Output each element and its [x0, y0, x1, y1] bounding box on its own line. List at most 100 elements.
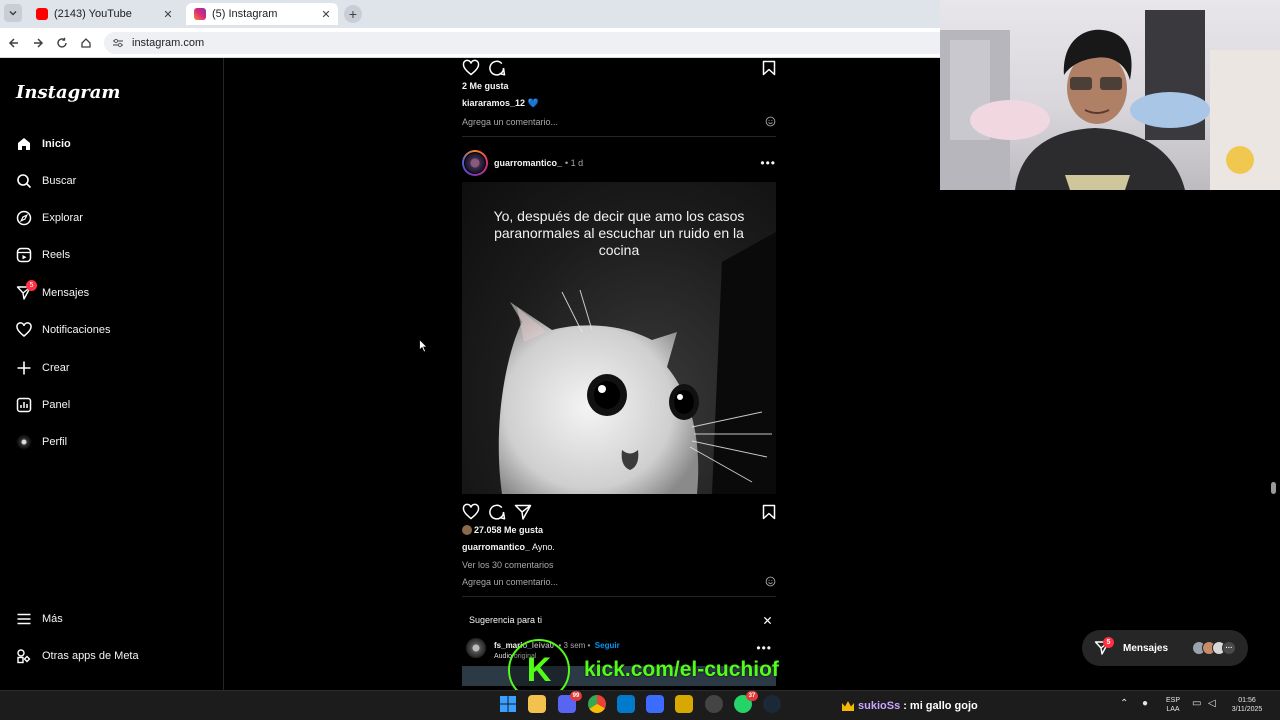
obs-icon[interactable] [705, 695, 723, 713]
post-media[interactable]: Yo, después de decir que amo los casos p… [462, 182, 776, 494]
back-button[interactable] [4, 33, 24, 53]
share-icon[interactable] [514, 503, 532, 521]
more-options-icon[interactable]: ••• [760, 156, 776, 170]
like-count[interactable]: 2 Me gusta [462, 81, 776, 91]
chat-username: sukioSs [858, 700, 901, 712]
nav-mas[interactable]: Más [16, 607, 216, 631]
tab-search-button[interactable] [4, 4, 22, 22]
caption-text: Ayno. [532, 542, 555, 552]
home-button[interactable] [76, 33, 96, 53]
clock[interactable]: 01:56 3/11/2025 [1224, 696, 1270, 714]
nav-label: Panel [42, 399, 71, 411]
home-icon [81, 38, 91, 48]
instagram-logo[interactable]: Instagram [16, 82, 120, 103]
post-divider [462, 136, 776, 137]
nav-perfil[interactable]: Perfil [16, 430, 216, 454]
chat-text: : mi gallo gojo [903, 700, 978, 712]
language-indicator[interactable]: ESP LAA [1162, 696, 1184, 714]
like-heart-icon[interactable] [462, 503, 480, 521]
discord-icon[interactable]: 99 [558, 691, 582, 713]
nav-otras-apps-meta[interactable]: Otras apps de Meta [16, 644, 216, 668]
address-bar[interactable]: instagram.com [104, 32, 1004, 54]
windows-logo-icon [500, 696, 516, 712]
post-author-avatar[interactable] [462, 150, 488, 176]
messenger-icon: 5 [16, 280, 37, 301]
view-comments-link[interactable]: Ver los 30 comentarios [462, 560, 776, 570]
bookmark-icon[interactable] [762, 60, 776, 76]
post-actions [462, 502, 776, 522]
volume-icon[interactable]: ◁ [1208, 698, 1220, 710]
post-username[interactable]: guarromantico_ [494, 158, 562, 168]
stream-chat-message: sukioSs : mi gallo gojo [842, 700, 978, 712]
nav-label: Notificaciones [42, 324, 111, 336]
more-avatars-icon: ··· [1222, 641, 1237, 655]
steam-icon[interactable] [763, 695, 781, 713]
close-tab-icon[interactable]: ✕ [318, 6, 334, 22]
like-count[interactable]: 27.058 Me gusta [462, 525, 776, 535]
suggested-user-avatar[interactable] [466, 637, 486, 658]
profile-avatar [16, 434, 32, 450]
feed: 2 Me gusta kiararamos_12 💙 Agrega un com… [462, 58, 776, 686]
app-icon[interactable] [675, 695, 693, 713]
network-icon[interactable]: ▭ [1192, 698, 1204, 710]
messages-pill-button[interactable]: 5 Mensajes ··· [1082, 630, 1248, 666]
tab-youtube[interactable]: (2143) YouTube ✕ [28, 3, 180, 25]
follow-button[interactable]: Seguir [595, 641, 620, 650]
heart-icon [16, 322, 32, 338]
new-tab-button[interactable]: + [344, 5, 362, 23]
caption-username[interactable]: kiararamos_12 [462, 98, 525, 108]
unread-badge: 5 [26, 280, 37, 291]
notification-badge: 99 [570, 691, 582, 701]
reload-button[interactable] [52, 33, 72, 53]
tab-instagram[interactable]: (5) Instagram ✕ [186, 3, 338, 25]
comment-bubble-icon[interactable] [488, 59, 506, 77]
nav-reels[interactable]: Reels [16, 243, 216, 267]
whatsapp-icon[interactable]: 37 [734, 691, 758, 713]
nav-inicio[interactable]: Inicio [16, 132, 216, 156]
reload-icon [57, 37, 67, 48]
cat-illustration [498, 232, 776, 494]
close-tab-icon[interactable]: ✕ [160, 6, 176, 22]
keyboard-layout: LAA [1166, 706, 1180, 713]
post-caption: kiararamos_12 💙 [462, 98, 776, 109]
like-heart-icon[interactable] [462, 59, 480, 77]
nav-buscar[interactable]: Buscar [16, 169, 216, 193]
like-count-text: 27.058 Me gusta [474, 525, 544, 535]
site-settings-icon[interactable] [112, 37, 124, 49]
suggestion-title: Sugerencia para ti [469, 615, 543, 625]
comment-input[interactable]: Agrega un comentario... [462, 117, 558, 127]
emoji-icon[interactable] [765, 576, 776, 587]
kick-overlay: K kick.com/el-cuchiof [508, 639, 779, 701]
app-icon[interactable] [646, 695, 664, 713]
nav-label: Buscar [42, 175, 77, 187]
chrome-icon[interactable] [588, 695, 606, 713]
home-icon [16, 136, 32, 152]
bookmark-icon[interactable] [762, 504, 776, 520]
clock-date: 3/11/2025 [1231, 706, 1263, 713]
comment-input-row: Agrega un comentario... [462, 116, 776, 127]
nav-panel[interactable]: Panel [16, 393, 216, 417]
nav-explorar[interactable]: Explorar [16, 206, 216, 230]
nav-label: Reels [42, 249, 71, 261]
forward-button[interactable] [28, 33, 48, 53]
nav-mensajes[interactable]: 5 Mensajes [16, 280, 216, 305]
streamer-webcam-image [940, 10, 1280, 190]
vscode-icon[interactable] [617, 695, 635, 713]
comment-input[interactable]: Agrega un comentario... [462, 577, 558, 587]
webcam-overlay [940, 0, 1280, 190]
arrow-left-icon [8, 38, 18, 48]
nav-crear[interactable]: Crear [16, 356, 216, 380]
comment-bubble-icon[interactable] [488, 503, 506, 521]
chevron-up-icon[interactable]: ⌃ [1120, 698, 1132, 710]
conversation-avatars: ··· [1192, 641, 1237, 655]
caption-username[interactable]: guarromantico_ [462, 542, 530, 552]
file-explorer-icon[interactable] [528, 695, 546, 713]
windows-start-button[interactable] [499, 695, 517, 713]
menu-icon [16, 611, 32, 627]
emoji-icon[interactable] [765, 116, 776, 127]
page-scrollbar-thumb[interactable] [1271, 482, 1276, 494]
close-icon[interactable] [763, 616, 772, 625]
crown-icon [842, 701, 854, 711]
nav-notificaciones[interactable]: Notificaciones [16, 318, 216, 342]
microphone-icon[interactable]: ● [1142, 698, 1154, 710]
